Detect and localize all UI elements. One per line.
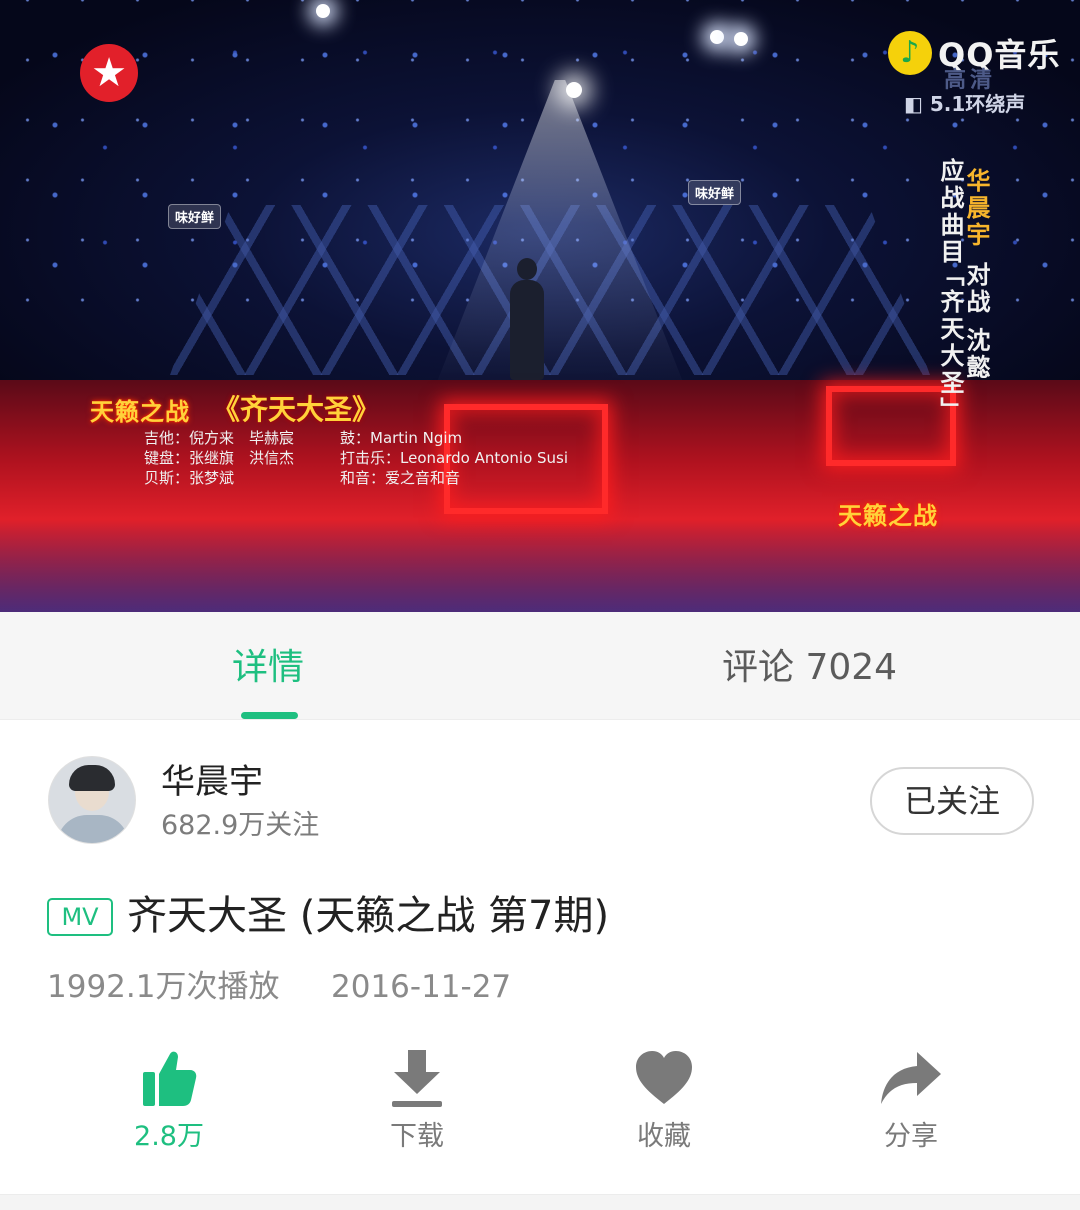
video-song-title: 《齐天大圣》 <box>212 393 381 426</box>
credits-right: 鼓：Martin Ngim 打击乐：Leonardo Antonio Susi … <box>340 429 569 487</box>
tab-details[interactable]: 详情 <box>232 646 304 690</box>
mv-title: 齐天大圣 (天籁之战 第7期) <box>127 893 610 939</box>
heart-icon <box>636 1051 692 1104</box>
publish-date: 2016-11-27 <box>331 969 512 1005</box>
favorite-label: 收藏 <box>637 1121 691 1152</box>
star-icon: ★ <box>91 50 127 96</box>
sponsor-sign: 味好鲜 <box>168 204 222 229</box>
stage-floor-edge <box>0 520 1080 612</box>
caption-song-label: 应战曲目 <box>936 158 964 266</box>
artist-followers: 682.9万关注 <box>161 810 320 841</box>
show-logo: 天籁之战 <box>838 502 938 530</box>
mv-badge: MV <box>47 898 113 936</box>
surround-sound-label: ◧ 5.1环绕声 <box>904 92 1026 116</box>
caption-versus: 对战 沈懿 <box>962 262 990 382</box>
thumbs-up-icon <box>143 1051 197 1106</box>
bottom-divider <box>0 1194 1080 1210</box>
stage-lamp <box>316 4 330 18</box>
download-label: 下载 <box>390 1121 444 1152</box>
tab-comments[interactable]: 评论 7024 <box>722 646 897 690</box>
artist-name[interactable]: 华晨宇 <box>161 762 263 802</box>
caption-singer-name: 华晨宇 <box>962 168 990 249</box>
favorite-button[interactable]: 收藏 <box>589 1048 739 1154</box>
video-player[interactable]: ★ ♪ QQ音乐 高清 ◧ 5.1环绕声 华晨宇 对战 沈懿 应战曲目 「齐天大… <box>0 0 1080 612</box>
stage-lamp <box>734 32 748 46</box>
show-logo: 天籁之战 <box>90 398 190 426</box>
caption-song-name: 「齐天大圣」 <box>936 262 964 424</box>
share-button[interactable]: 分享 <box>836 1048 986 1154</box>
sponsor-sign: 味好鲜 <box>688 180 742 205</box>
tv-station-logo: ★ <box>80 44 138 102</box>
dolby-icon: ◧ <box>904 92 923 116</box>
follow-button[interactable]: 已关注 <box>870 767 1034 835</box>
credits-left: 吉他：倪方来 毕赫宸 键盘：张继旗 洪信杰 贝斯：张梦斌 <box>144 429 295 487</box>
active-tab-indicator <box>241 712 298 719</box>
share-arrow-icon <box>881 1052 941 1104</box>
artist-avatar[interactable] <box>48 756 136 844</box>
music-note-icon: ♪ <box>888 31 932 75</box>
tab-bar: 详情 评论 7024 <box>0 612 1080 720</box>
play-count: 1992.1万次播放 <box>47 969 280 1005</box>
share-label: 分享 <box>884 1121 938 1152</box>
stage-lamp <box>710 30 724 44</box>
like-button[interactable]: 2.8万 <box>94 1048 244 1154</box>
performer-figure <box>510 258 544 380</box>
like-count: 2.8万 <box>134 1121 204 1152</box>
download-button[interactable]: 下载 <box>342 1048 492 1154</box>
spotlight-source <box>566 82 582 98</box>
download-icon <box>392 1050 442 1107</box>
